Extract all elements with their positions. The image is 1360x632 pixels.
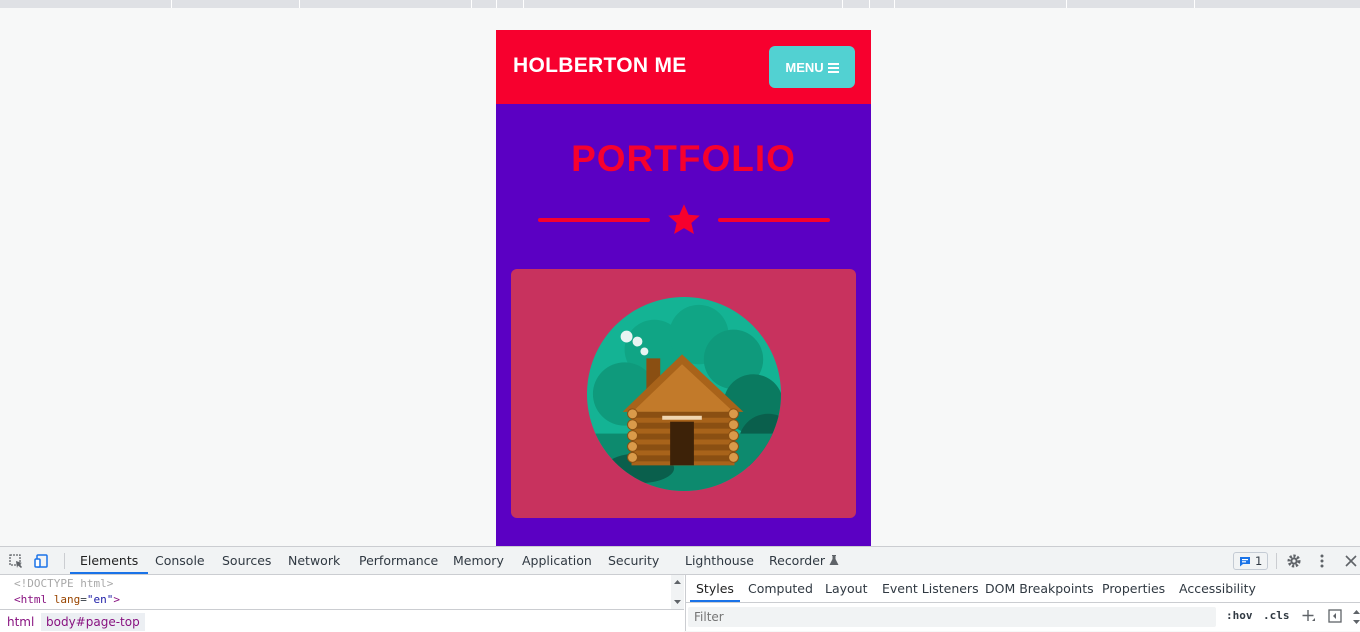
tab-event-listeners[interactable]: Event Listeners (882, 575, 979, 602)
gear-icon[interactable] (1286, 553, 1302, 569)
tab-elements[interactable]: Elements (70, 547, 149, 574)
breadcrumb: html body#page-top (0, 609, 684, 632)
styles-filter-input[interactable] (688, 607, 1216, 627)
device-viewport: HOLBERTON ME MENU PORTFOLIO (496, 30, 871, 546)
toolbar-separator (1276, 553, 1277, 569)
dom-html-node[interactable]: <html lang="en"> (14, 593, 120, 606)
styles-tabbar: Styles Computed Layout Event Listeners D… (686, 575, 1360, 603)
dom-attr-name: lang (53, 593, 81, 606)
devtools-toolbar: Elements Console Sources Network Perform… (0, 547, 1360, 575)
dom-attr-value: "en" (86, 593, 114, 606)
divider-line-right (718, 218, 830, 222)
styles-pane: Styles Computed Layout Event Listeners D… (685, 575, 1360, 631)
tab-accessibility[interactable]: Accessibility (1179, 575, 1256, 602)
more-options-icon[interactable] (1314, 553, 1330, 569)
tab-recorder[interactable]: Recorder (769, 547, 839, 574)
tab-network[interactable]: Network (288, 547, 340, 574)
tab-performance[interactable]: Performance (359, 547, 438, 574)
tab-console[interactable]: Console (155, 547, 205, 574)
portfolio-item-card[interactable] (511, 269, 856, 518)
tab-dom-breakpoints[interactable]: DOM Breakpoints (985, 575, 1094, 602)
cls-toggle[interactable]: .cls (1263, 609, 1290, 622)
message-icon (1240, 556, 1250, 566)
tab-properties[interactable]: Properties (1102, 575, 1165, 602)
tab-security[interactable]: Security (608, 547, 659, 574)
dom-html-tag: html (20, 593, 48, 606)
tab-sources[interactable]: Sources (222, 547, 271, 574)
devtools-panel: Elements Console Sources Network Perform… (0, 546, 1360, 632)
issues-count: 1 (1255, 554, 1263, 568)
tab-recorder-label: Recorder (769, 553, 826, 568)
dom-tree[interactable]: <!DOCTYPE html> <html lang="en"> (0, 575, 684, 609)
tab-layout[interactable]: Layout (825, 575, 868, 602)
add-rule-icon[interactable] (1300, 608, 1316, 624)
portfolio-heading: PORTFOLIO (571, 138, 796, 179)
menu-label: MENU (785, 59, 824, 75)
viewport-ruler (0, 0, 1360, 8)
site-navbar: HOLBERTON ME MENU (496, 30, 871, 104)
issues-badge[interactable]: 1 (1233, 552, 1269, 570)
breadcrumb-body[interactable]: body#page-top (41, 613, 145, 631)
log-cabin-illustration (586, 296, 782, 492)
scroll-arrows-icon (674, 580, 681, 604)
toolbar-separator (64, 553, 65, 569)
tab-memory[interactable]: Memory (453, 547, 504, 574)
menu-button[interactable]: MENU (769, 46, 855, 88)
tab-computed[interactable]: Computed (748, 575, 813, 602)
dom-doctype[interactable]: <!DOCTYPE html> (14, 577, 113, 590)
styles-scroll-icon[interactable] (1352, 606, 1360, 628)
dom-scrollbar[interactable] (671, 575, 684, 609)
tab-styles[interactable]: Styles (690, 575, 740, 602)
hov-toggle[interactable]: :hov (1226, 609, 1253, 622)
device-toolbar-icon[interactable] (34, 553, 50, 569)
divider-line-left (538, 218, 650, 222)
close-icon[interactable] (1343, 553, 1359, 569)
flask-icon (829, 555, 839, 565)
site-brand[interactable]: HOLBERTON ME (513, 54, 687, 78)
star-icon (668, 204, 700, 234)
toggle-sidebar-icon[interactable] (1327, 608, 1343, 624)
hamburger-icon (827, 62, 839, 73)
tab-lighthouse[interactable]: Lighthouse (685, 547, 754, 574)
inspect-element-icon[interactable] (8, 553, 24, 569)
tab-application[interactable]: Application (522, 547, 592, 574)
breadcrumb-html[interactable]: html (2, 613, 39, 631)
